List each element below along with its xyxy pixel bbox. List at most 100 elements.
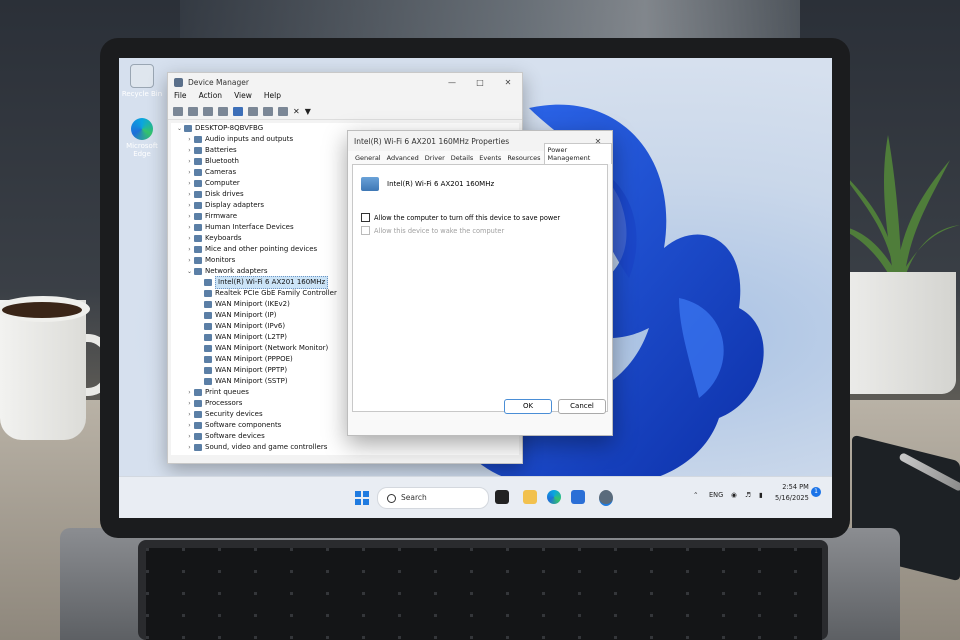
chevron-right-icon[interactable]: ›	[185, 244, 194, 255]
tab-general[interactable]: General	[352, 152, 384, 164]
menu-bar: File Action View Help	[168, 91, 522, 104]
chevron-down-icon[interactable]: ⌄	[175, 123, 184, 134]
show-hidden-icons-icon[interactable]: ⌃	[693, 491, 699, 499]
chevron-right-icon[interactable]: ›	[185, 431, 194, 442]
tree-item-label: Audio inputs and outputs	[205, 135, 294, 143]
tree-item-label: Security devices	[205, 410, 263, 418]
tab-driver[interactable]: Driver	[422, 152, 448, 164]
tree-item-label: WAN Miniport (SSTP)	[215, 377, 288, 385]
search-icon	[387, 493, 396, 503]
chevron-right-icon[interactable]: ›	[185, 442, 194, 453]
checkbox-label: Allow the computer to turn off this devi…	[374, 213, 561, 222]
tab-details[interactable]: Details	[448, 152, 477, 164]
tab-strip: General Advanced Driver Details Events Resour…	[348, 143, 612, 164]
network-adapter-icon	[204, 290, 212, 297]
chevron-right-icon[interactable]: ›	[185, 420, 194, 431]
store-icon[interactable]	[571, 490, 585, 504]
menu-action[interactable]: Action	[199, 91, 223, 104]
tab-power-management[interactable]: Power Management	[543, 143, 612, 164]
desktop-icon-label: Microsoft Edge	[126, 142, 158, 158]
forward-icon[interactable]	[188, 107, 198, 116]
tree-item-label: Realtek PCIe GbE Family Controller	[215, 289, 337, 297]
back-icon[interactable]	[173, 107, 183, 116]
battery-icon[interactable]: ▮	[759, 491, 763, 499]
chevron-right-icon[interactable]: ›	[185, 145, 194, 156]
tree-item-label: WAN Miniport (IKEv2)	[215, 300, 290, 308]
tree-item-label: Keyboards	[205, 234, 242, 242]
tab-resources[interactable]: Resources	[504, 152, 543, 164]
minimize-button[interactable]: —	[438, 78, 466, 87]
show-hide-tree-icon[interactable]	[203, 107, 213, 116]
chevron-down-icon[interactable]: ⌄	[185, 266, 194, 277]
chevron-right-icon[interactable]: ›	[185, 178, 194, 189]
tree-item-label: Batteries	[205, 146, 237, 154]
tab-advanced[interactable]: Advanced	[384, 152, 422, 164]
edge-taskbar-icon[interactable]	[547, 490, 561, 504]
taskbar-search[interactable]: Search	[377, 487, 489, 509]
wifi-icon[interactable]: ◉	[731, 491, 737, 499]
chevron-right-icon[interactable]: ›	[185, 409, 194, 420]
device-category-icon	[184, 125, 192, 132]
chevron-right-icon[interactable]: ›	[185, 189, 194, 200]
start-button[interactable]	[355, 491, 369, 505]
taskbar: Search ⌃ ENG ◉ ♬ ▮ 2:54 PM 5/16/2025 1	[119, 476, 832, 518]
checkbox-box[interactable]	[361, 213, 370, 222]
tree-category[interactable]: › Sound, video and game controllers	[171, 442, 519, 453]
menu-help[interactable]: Help	[264, 91, 281, 104]
uninstall-icon[interactable]: ✕	[293, 107, 300, 116]
chevron-right-icon[interactable]: ›	[185, 398, 194, 409]
device-category-icon	[194, 180, 202, 187]
power-management-panel: Intel(R) Wi-Fi 6 AX201 160MHz Allow the …	[352, 164, 608, 412]
device-category-icon	[194, 235, 202, 242]
menu-file[interactable]: File	[174, 91, 187, 104]
title-bar[interactable]: Device Manager — □ ✕	[168, 73, 522, 91]
scan-hardware-icon[interactable]	[263, 107, 273, 116]
update-driver-icon[interactable]	[278, 107, 288, 116]
tree-item-label: Print queues	[205, 388, 249, 396]
allow-turn-off-checkbox[interactable]: Allow the computer to turn off this devi…	[361, 213, 560, 222]
desktop-icon-edge[interactable]: Microsoft Edge	[121, 118, 163, 158]
keyboard-keys	[146, 548, 822, 640]
chevron-right-icon[interactable]: ›	[185, 387, 194, 398]
tree-item-label: WAN Miniport (IP)	[215, 311, 277, 319]
date: 5/16/2025	[775, 494, 809, 502]
tree-item-label: Bluetooth	[205, 157, 239, 165]
volume-icon[interactable]: ♬	[745, 491, 751, 499]
settings-icon[interactable]	[599, 490, 613, 506]
device-category-icon	[194, 213, 202, 220]
desktop-icon-recycle-bin[interactable]: Recycle Bin	[121, 64, 163, 98]
properties-icon[interactable]	[218, 107, 228, 116]
device-category-icon	[194, 147, 202, 154]
maximize-button[interactable]: □	[466, 78, 494, 87]
file-explorer-icon[interactable]	[523, 490, 537, 504]
close-button[interactable]: ✕	[494, 78, 522, 87]
chevron-right-icon[interactable]: ›	[185, 200, 194, 211]
checkbox-box	[361, 226, 370, 235]
device-category-icon	[194, 169, 202, 176]
help-icon[interactable]	[233, 107, 243, 116]
chevron-right-icon[interactable]: ›	[185, 211, 194, 222]
cancel-button[interactable]: Cancel	[558, 399, 606, 414]
ok-button[interactable]: OK	[504, 399, 552, 414]
tree-item-label: Monitors	[205, 256, 236, 264]
tree-item-label: Display adapters	[205, 201, 265, 209]
chevron-right-icon[interactable]: ›	[185, 167, 194, 178]
chevron-right-icon[interactable]: ›	[185, 222, 194, 233]
network-adapter-icon	[204, 378, 212, 385]
device-category-icon	[194, 400, 202, 407]
tab-events[interactable]: Events	[476, 152, 504, 164]
language-indicator[interactable]: ENG	[709, 491, 723, 499]
tree-item-label: Mice and other pointing devices	[205, 245, 318, 253]
chevron-right-icon[interactable]: ›	[185, 156, 194, 167]
task-view-icon[interactable]	[495, 490, 509, 504]
tree-item-label: Software components	[205, 421, 282, 429]
notification-badge[interactable]: 1	[811, 487, 821, 497]
disable-icon[interactable]: ▼	[305, 107, 311, 116]
chevron-right-icon[interactable]: ›	[185, 233, 194, 244]
tree-item-label: Computer	[205, 179, 240, 187]
view-icon[interactable]	[248, 107, 258, 116]
chevron-right-icon[interactable]: ›	[185, 255, 194, 266]
chevron-right-icon[interactable]: ›	[185, 134, 194, 145]
clock[interactable]: 2:54 PM 5/16/2025	[775, 482, 809, 504]
menu-view[interactable]: View	[234, 91, 252, 104]
